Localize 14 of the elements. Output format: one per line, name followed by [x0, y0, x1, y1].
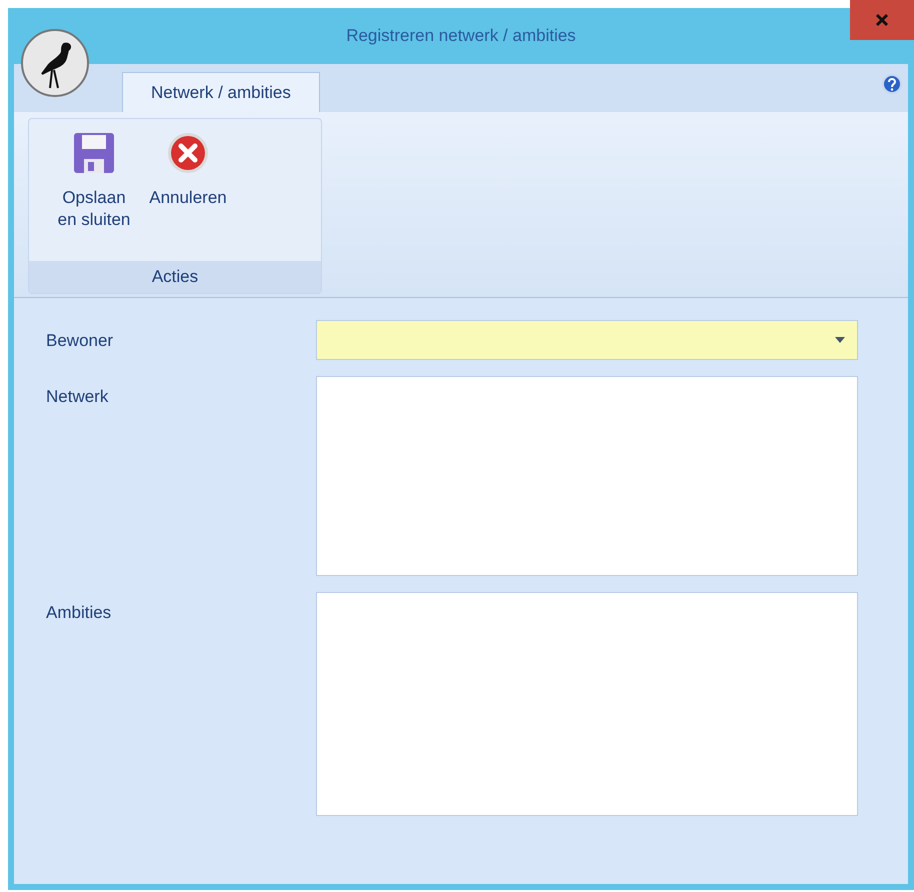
cancel-button[interactable]: Annuleren [147, 131, 229, 261]
field-label: Bewoner [46, 330, 114, 352]
group-label: Acties [29, 261, 321, 293]
window-title: Registreren netwerk / ambities [346, 25, 576, 48]
field-label: Ambities [46, 602, 112, 624]
close-icon [875, 13, 889, 27]
caret-icon [835, 337, 845, 343]
save-close-button[interactable]: Opslaan en sluiten [53, 131, 135, 261]
help-icon[interactable] [882, 74, 902, 94]
close-button[interactable] [850, 0, 914, 40]
app-logo-icon[interactable] [20, 28, 90, 98]
field-label: Netwerk [46, 386, 110, 408]
ribbon-tab[interactable]: Netwerk / ambities [122, 72, 320, 112]
close-icon [166, 131, 210, 175]
